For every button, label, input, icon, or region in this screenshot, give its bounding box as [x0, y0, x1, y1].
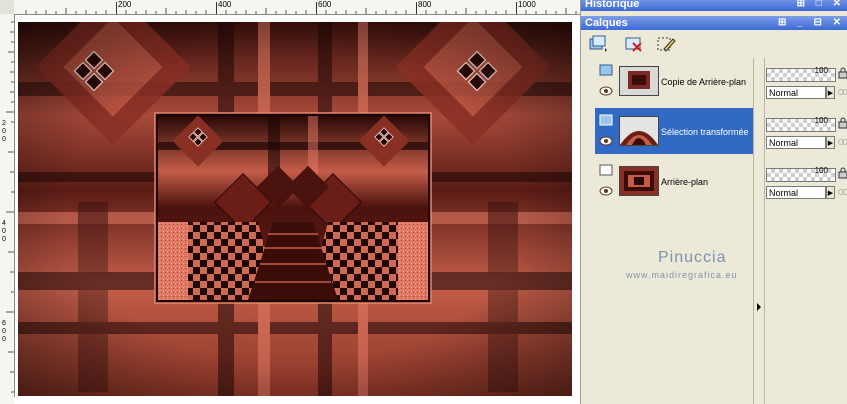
- layer-props-row: 100 Normal ▶: [764, 58, 847, 104]
- link-icon[interactable]: [838, 187, 847, 197]
- raster-layer-icon: [599, 64, 613, 76]
- lock-icon[interactable]: [838, 117, 847, 129]
- canvas-bottom-margin: [14, 397, 580, 404]
- blend-mode-dropdown-arrow[interactable]: ▶: [826, 136, 835, 149]
- layer-props-row: 100 Normal ▶: [764, 108, 847, 154]
- layer-row-copie-arriere-plan[interactable]: Copie de Arrière-plan: [595, 58, 753, 104]
- layers-title-icons[interactable]: ⊞ _ ⊟ ✕: [778, 16, 845, 30]
- opacity-value: 100: [814, 116, 828, 125]
- lock-icon[interactable]: [838, 167, 847, 179]
- edit-selection-icon: [657, 37, 676, 52]
- history-panel-title: Historique: [585, 0, 640, 10]
- delete-layer-button[interactable]: [623, 33, 645, 55]
- ruler-corner: [0, 0, 15, 15]
- watermark-name: Pinuccia: [658, 249, 727, 266]
- raster-layer-icon: [599, 114, 613, 126]
- blend-mode-select[interactable]: Normal: [766, 186, 826, 199]
- link-icon[interactable]: [838, 87, 847, 97]
- new-layer-button[interactable]: [587, 33, 609, 55]
- watermark-url: www.maidiregrafica.eu: [626, 270, 738, 280]
- blend-mode-select[interactable]: Normal: [766, 136, 826, 149]
- image-canvas-area[interactable]: 200 400 600 800 1000 2 0 0 4 0 0 6 0 0: [0, 0, 580, 404]
- vertical-ruler: 2 0 0 4 0 0 6 0 0: [0, 14, 15, 404]
- ruler-ticks: [25, 8, 577, 14]
- history-panel-titlebar[interactable]: Historique ⊞ □ ✕: [581, 0, 847, 11]
- layer-properties: 100 Normal ▶ 100 Normal ▶ 100 Normal ▶: [764, 58, 847, 208]
- layers-panel-titlebar[interactable]: Calques ⊞ _ ⊟ ✕: [581, 16, 847, 30]
- layer-name: Copie de Arrière-plan: [661, 77, 747, 87]
- eye-icon[interactable]: [599, 186, 613, 196]
- layer-name: Sélection transformée: [661, 127, 749, 137]
- new-layer-icon: [589, 35, 607, 52]
- layers-panel-title: Calques: [585, 17, 628, 29]
- layer-list: Copie de Arrière-plan Sélection transfor…: [595, 58, 753, 206]
- layer-name: Arrière-plan: [661, 177, 709, 187]
- blend-mode-select[interactable]: Normal: [766, 86, 826, 99]
- background-layer-icon: [599, 164, 613, 176]
- history-title-icons[interactable]: ⊞ □ ✕: [797, 0, 845, 11]
- opacity-value: 100: [814, 66, 828, 75]
- layer-thumbnail: [619, 166, 659, 196]
- eye-icon[interactable]: [599, 86, 613, 96]
- layer-thumbnail: [619, 66, 659, 96]
- side-panels: Historique ⊞ □ ✕ Calques ⊞ _ ⊟ ✕ Copie d…: [580, 0, 847, 404]
- eye-icon[interactable]: [599, 136, 613, 146]
- edit-selection-button[interactable]: [655, 33, 677, 55]
- layer-row-selection-transformee[interactable]: Sélection transformée: [595, 108, 753, 154]
- link-icon[interactable]: [838, 137, 847, 147]
- horizontal-ruler: 200 400 600 800 1000: [14, 0, 580, 15]
- lock-icon[interactable]: [838, 67, 847, 79]
- layer-props-row: 100 Normal ▶: [764, 158, 847, 204]
- delete-layer-icon: [625, 37, 642, 52]
- opacity-value: 100: [814, 166, 828, 175]
- blend-mode-dropdown-arrow[interactable]: ▶: [826, 86, 835, 99]
- ruler-left-ticks: [6, 21, 14, 393]
- layer-row-arriere-plan[interactable]: Arrière-plan: [595, 158, 753, 204]
- artwork-image[interactable]: [18, 22, 572, 396]
- blend-mode-dropdown-arrow[interactable]: ▶: [826, 186, 835, 199]
- splitter-arrow-icon[interactable]: [755, 302, 763, 312]
- layers-toolbar: [581, 33, 847, 57]
- layer-thumbnail: [619, 116, 659, 146]
